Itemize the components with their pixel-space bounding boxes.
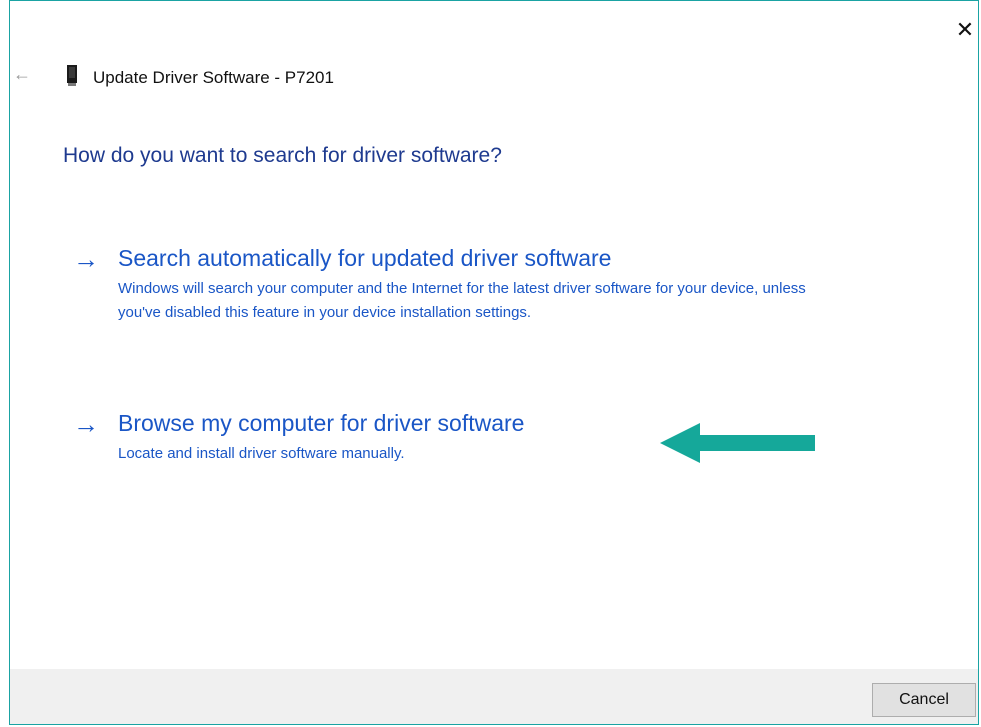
back-arrow-icon[interactable]: ← [13,64,31,85]
close-icon[interactable]: ✕ [952,15,978,45]
annotation-arrow-icon [660,423,815,463]
device-icon [67,65,77,86]
option-description: Windows will search your computer and th… [118,280,806,321]
option-title[interactable]: Browse my computer for driver software [118,408,524,438]
right-arrow-icon: → [73,244,99,274]
dialog-window: ✕ ← Update Driver Software - P7201 How d… [9,0,979,725]
right-arrow-icon: → [73,409,99,439]
option-title[interactable]: Search automatically for updated driver … [118,243,611,273]
cancel-button[interactable]: Cancel [872,683,976,717]
dialog-title: Update Driver Software - P7201 [93,68,334,87]
page-heading: How do you want to search for driver sof… [63,144,502,167]
dialog-footer: Cancel [10,669,978,724]
